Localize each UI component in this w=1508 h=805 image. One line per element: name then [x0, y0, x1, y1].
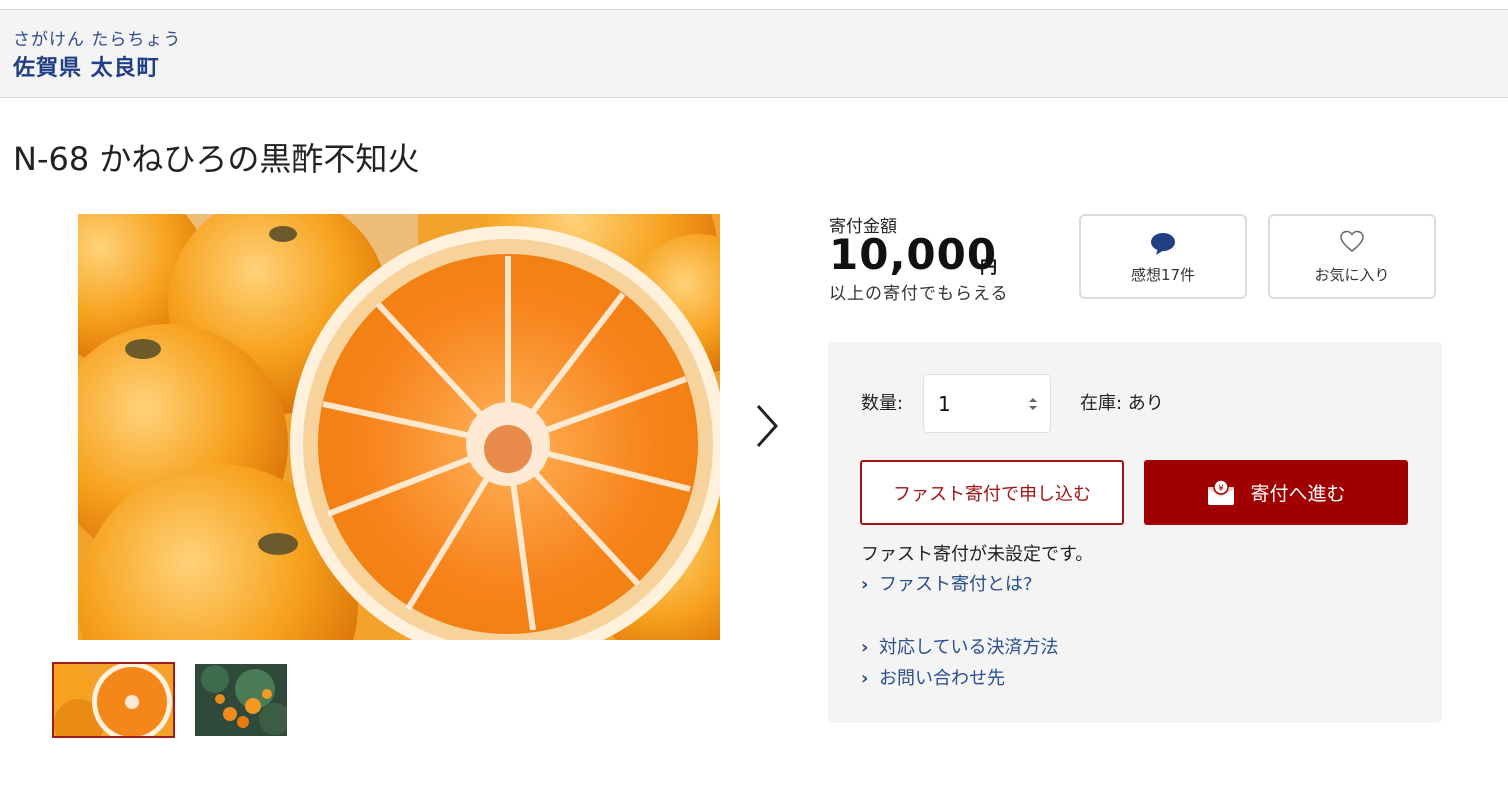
quantity-select[interactable]: 1	[923, 374, 1051, 433]
proceed-donation-button[interactable]: ¥ 寄付へ進む	[1144, 460, 1408, 525]
donation-box-icon: ¥	[1208, 478, 1235, 505]
orange-halves-thumb	[54, 664, 173, 736]
municipality-bar: さがけん たらちょう 佐賀県 太良町	[0, 10, 1508, 98]
fast-donation-button[interactable]: ファスト寄付で申し込む	[860, 460, 1124, 525]
price-note: 以上の寄付でもらえる	[829, 284, 1009, 304]
reviews-label: 感想17件	[1130, 266, 1196, 284]
orange-fruit-photo	[78, 214, 720, 640]
chevron-right-icon: ›	[861, 574, 869, 595]
reviews-button[interactable]: 感想17件	[1079, 214, 1247, 299]
quantity-value: 1	[938, 392, 951, 416]
link-label: 対応している決済方法	[879, 637, 1059, 658]
svg-text:¥: ¥	[1219, 484, 1225, 494]
link-contact[interactable]: › お問い合わせ先	[861, 664, 1005, 690]
top-divider	[0, 0, 1508, 10]
link-payment-methods[interactable]: › 対応している決済方法	[861, 633, 1058, 659]
stock-status: 在庫: あり	[1080, 393, 1164, 414]
favorite-button[interactable]: お気に入り	[1268, 214, 1436, 299]
chevron-right-icon: ›	[861, 668, 869, 689]
chevron-right-icon: ›	[861, 637, 869, 658]
favorite-label: お気に入り	[1314, 266, 1390, 284]
speech-bubble-icon	[1151, 233, 1175, 255]
thumbnail-1[interactable]	[52, 662, 175, 738]
municipality-name-link[interactable]: 佐賀県 太良町	[13, 50, 160, 82]
chevron-right-icon	[756, 404, 779, 448]
heart-icon	[1340, 230, 1364, 252]
product-title: N-68 かねひろの黒酢不知火	[13, 140, 420, 178]
link-what-is-fast-donation[interactable]: › ファスト寄付とは?	[861, 570, 1033, 596]
price-amount: 10,000	[829, 230, 998, 279]
quantity-label: 数量:	[861, 393, 904, 414]
orange-tree-thumb	[195, 664, 287, 736]
fast-donation-label: ファスト寄付で申し込む	[893, 483, 1091, 505]
product-main-image	[78, 214, 720, 640]
proceed-donation-label: 寄付へ進む	[1250, 483, 1346, 505]
price-unit: 円	[980, 258, 997, 278]
fast-donation-status: ファスト寄付が未設定です。	[861, 544, 1094, 565]
next-image-arrow[interactable]	[748, 400, 784, 452]
link-label: お問い合わせ先	[879, 668, 1005, 689]
link-label: ファスト寄付とは?	[879, 574, 1033, 595]
municipality-kana: さがけん たらちょう	[13, 30, 182, 50]
spinner-arrows-icon	[1029, 398, 1037, 410]
thumbnail-2[interactable]	[195, 664, 287, 736]
